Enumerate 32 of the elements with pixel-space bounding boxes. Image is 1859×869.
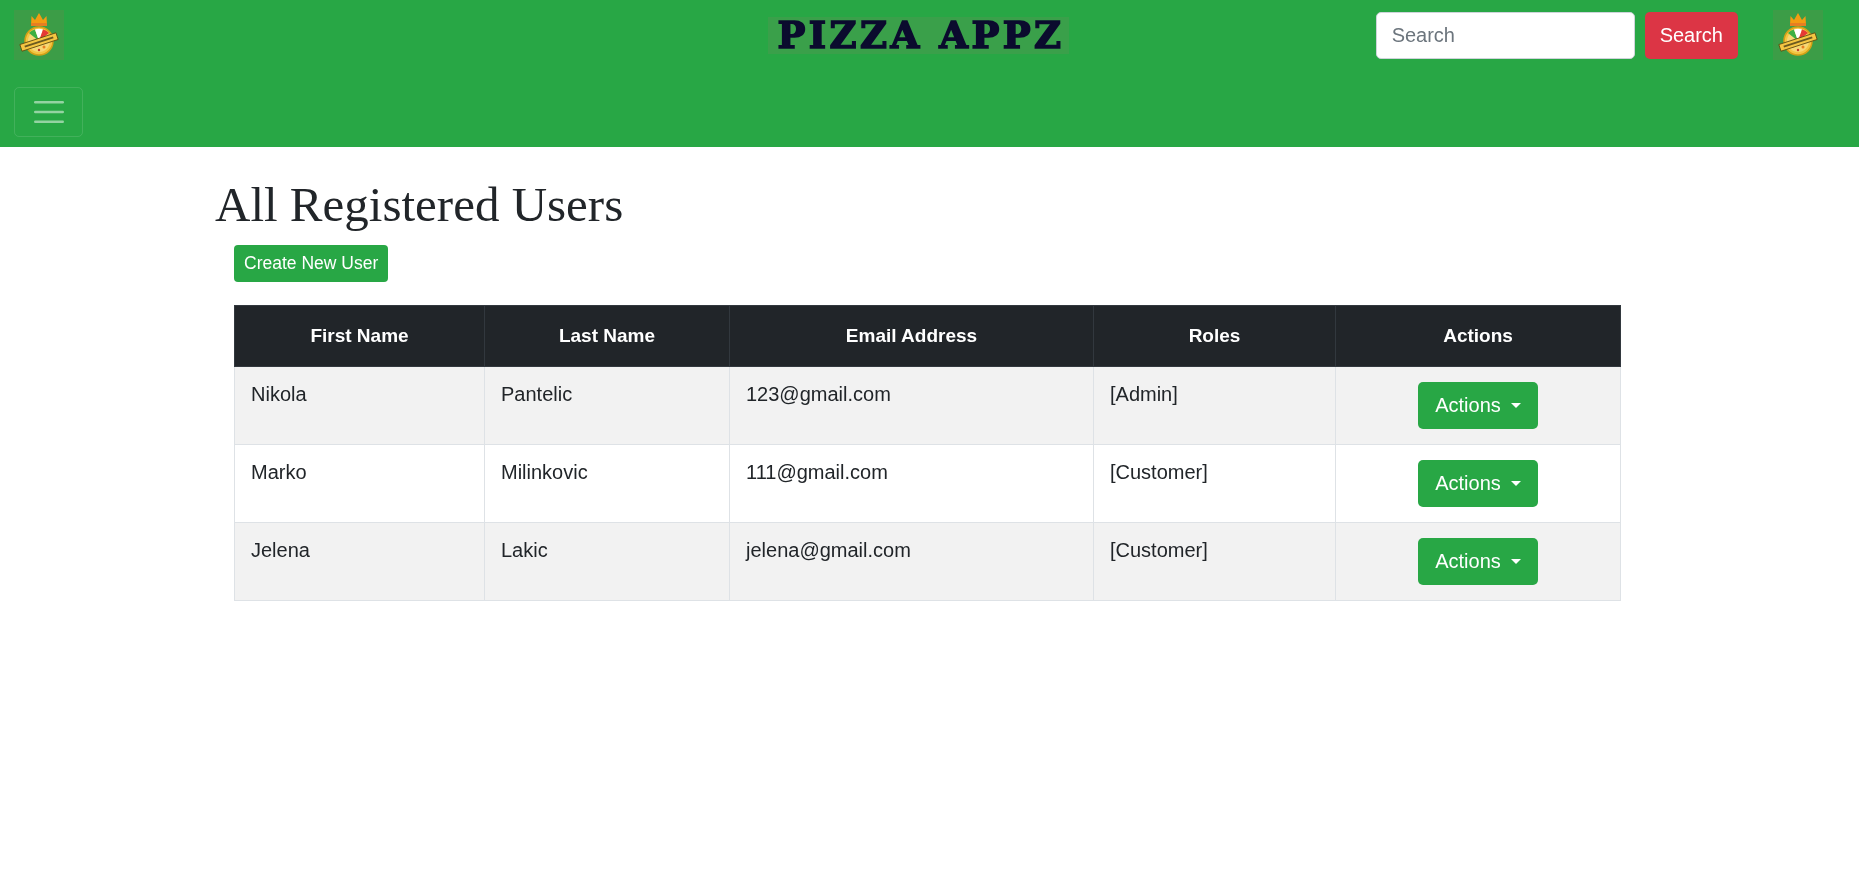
brand-logo: PIZZA APPZ bbox=[768, 16, 1069, 54]
pizza-logo-icon bbox=[14, 10, 64, 60]
actions-dropdown-button[interactable]: Actions bbox=[1418, 460, 1538, 507]
column-header: Email Address bbox=[729, 305, 1094, 367]
caret-icon bbox=[1510, 559, 1521, 564]
search-button[interactable]: Search bbox=[1644, 11, 1738, 59]
create-user-button[interactable]: Create New User bbox=[234, 245, 389, 282]
caret-icon bbox=[1510, 481, 1521, 486]
table-cell: Lakic bbox=[484, 522, 730, 601]
column-header: Actions bbox=[1335, 305, 1621, 367]
table-cell: 111@gmail.com bbox=[729, 444, 1094, 523]
table-cell: 123@gmail.com bbox=[729, 366, 1094, 445]
column-header: Roles bbox=[1093, 305, 1336, 367]
table-cell: Pantelic bbox=[484, 366, 730, 445]
actions-dropdown-button[interactable]: Actions bbox=[1418, 538, 1538, 585]
search-field[interactable]: Search bbox=[1375, 11, 1635, 59]
table-cell: Milinkovic bbox=[484, 444, 730, 523]
table-cell: Nikola bbox=[234, 366, 485, 445]
table-cell: [Customer] bbox=[1093, 444, 1336, 523]
table-cell: [Admin] bbox=[1093, 366, 1336, 445]
table-cell: Marko bbox=[234, 444, 485, 523]
page-heading: All Registered Users bbox=[215, 176, 625, 234]
table-cell: [Customer] bbox=[1093, 522, 1336, 601]
actions-dropdown-button[interactable]: Actions bbox=[1418, 382, 1538, 429]
table-cell: jelena@gmail.com bbox=[729, 522, 1094, 601]
column-header: Last Name bbox=[484, 305, 730, 367]
menu-button[interactable] bbox=[14, 87, 83, 137]
menu-icon bbox=[33, 101, 64, 123]
pizza-logo-icon bbox=[1773, 10, 1823, 60]
caret-icon bbox=[1510, 403, 1521, 408]
table-cell: Jelena bbox=[234, 522, 485, 601]
column-header: First Name bbox=[234, 305, 485, 367]
